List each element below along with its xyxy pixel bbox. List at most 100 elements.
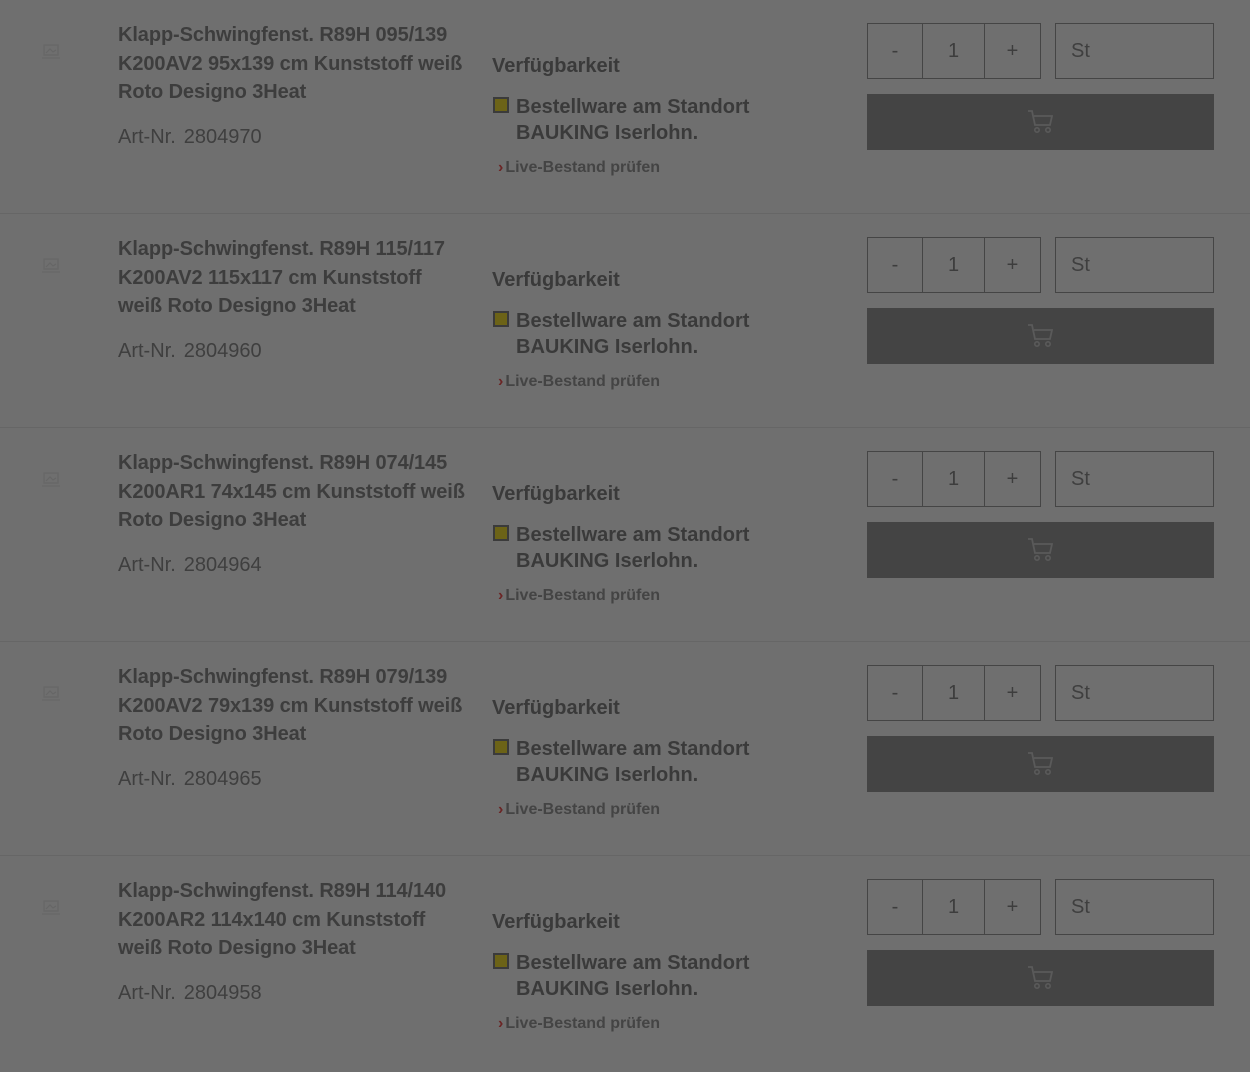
product-title[interactable]: Klapp-Schwingfenst. R89H 115/117 K200AV2…	[118, 235, 468, 321]
quantity-decrease-button[interactable]: -	[868, 24, 923, 78]
quantity-input[interactable]: 1	[923, 24, 985, 78]
chevron-right-icon: ›	[498, 159, 504, 176]
product-row: Klapp-Schwingfenst. R89H 114/140 K200AR2…	[0, 856, 1250, 1070]
article-number-label: Art-Nr.	[118, 982, 176, 1004]
availability-status-text: Bestellware am Standort BAUKING Iserlohn…	[516, 310, 750, 358]
live-stock-link[interactable]: › Live-Bestand prüfen	[498, 1015, 660, 1033]
chevron-right-icon: ›	[498, 587, 504, 604]
availability-heading: Verfügbarkeit	[492, 55, 620, 77]
availability-status: Bestellware am Standort BAUKING Iserlohn…	[493, 523, 833, 574]
availability-status-text: Bestellware am Standort BAUKING Iserlohn…	[516, 738, 750, 786]
article-number-label: Art-Nr.	[118, 126, 176, 148]
shopping-cart-icon	[1027, 538, 1053, 561]
availability-status: Bestellware am Standort BAUKING Iserlohn…	[493, 737, 833, 788]
availability-heading: Verfügbarkeit	[492, 269, 620, 291]
image-placeholder-icon[interactable]	[40, 468, 62, 490]
quantity-decrease-button[interactable]: -	[868, 666, 923, 720]
article-number-label: Art-Nr.	[118, 554, 176, 576]
live-stock-link-label: Live-Bestand prüfen	[505, 587, 661, 604]
product-title[interactable]: Klapp-Schwingfenst. R89H 114/140 K200AR2…	[118, 877, 468, 963]
article-number-label: Art-Nr.	[118, 768, 176, 790]
quantity-increase-button[interactable]: +	[985, 24, 1040, 78]
article-number-value: 2804958	[183, 982, 262, 1004]
image-placeholder-icon[interactable]	[40, 40, 62, 62]
unit-select[interactable]: St	[1055, 451, 1214, 507]
status-indicator-icon	[493, 311, 509, 327]
unit-select[interactable]: St	[1055, 665, 1214, 721]
chevron-right-icon: ›	[498, 801, 504, 818]
unit-select[interactable]: St	[1055, 237, 1214, 293]
quantity-stepper: - 1 +	[867, 451, 1041, 507]
chevron-right-icon: ›	[498, 1015, 504, 1032]
image-placeholder-icon[interactable]	[40, 254, 62, 276]
quantity-input[interactable]: 1	[923, 666, 985, 720]
quantity-stepper: - 1 +	[867, 237, 1041, 293]
add-to-cart-button[interactable]	[867, 94, 1214, 150]
live-stock-link-label: Live-Bestand prüfen	[505, 159, 661, 176]
quantity-increase-button[interactable]: +	[985, 452, 1040, 506]
product-list: Klapp-Schwingfenst. R89H 095/139 K200AV2…	[0, 0, 1250, 1070]
live-stock-link-label: Live-Bestand prüfen	[505, 1015, 661, 1032]
article-number-label: Art-Nr.	[118, 340, 176, 362]
quantity-decrease-button[interactable]: -	[868, 880, 923, 934]
article-number: Art-Nr. 2804964	[118, 554, 262, 577]
quantity-stepper: - 1 +	[867, 23, 1041, 79]
quantity-stepper: - 1 +	[867, 665, 1041, 721]
article-number-value: 2804970	[183, 126, 262, 148]
availability-status-text: Bestellware am Standort BAUKING Iserlohn…	[516, 96, 750, 144]
article-number: Art-Nr. 2804960	[118, 340, 262, 363]
article-number-value: 2804960	[183, 340, 262, 362]
chevron-right-icon: ›	[498, 373, 504, 390]
live-stock-link[interactable]: › Live-Bestand prüfen	[498, 159, 660, 177]
product-title[interactable]: Klapp-Schwingfenst. R89H 095/139 K200AV2…	[118, 21, 468, 107]
article-number-value: 2804965	[183, 768, 262, 790]
live-stock-link-label: Live-Bestand prüfen	[505, 801, 661, 818]
product-row: Klapp-Schwingfenst. R89H 079/139 K200AV2…	[0, 642, 1250, 856]
shopping-cart-icon	[1027, 324, 1053, 347]
quantity-decrease-button[interactable]: -	[868, 238, 923, 292]
live-stock-link[interactable]: › Live-Bestand prüfen	[498, 801, 660, 819]
availability-heading: Verfügbarkeit	[492, 697, 620, 719]
product-row: Klapp-Schwingfenst. R89H 115/117 K200AV2…	[0, 214, 1250, 428]
quantity-increase-button[interactable]: +	[985, 880, 1040, 934]
availability-status-text: Bestellware am Standort BAUKING Iserlohn…	[516, 952, 750, 1000]
add-to-cart-button[interactable]	[867, 950, 1214, 1006]
add-to-cart-button[interactable]	[867, 308, 1214, 364]
status-indicator-icon	[493, 97, 509, 113]
shopping-cart-icon	[1027, 752, 1053, 775]
product-row: Klapp-Schwingfenst. R89H 095/139 K200AV2…	[0, 0, 1250, 214]
quantity-input[interactable]: 1	[923, 238, 985, 292]
status-indicator-icon	[493, 739, 509, 755]
add-to-cart-button[interactable]	[867, 736, 1214, 792]
unit-select[interactable]: St	[1055, 23, 1214, 79]
quantity-input[interactable]: 1	[923, 452, 985, 506]
image-placeholder-icon[interactable]	[40, 896, 62, 918]
quantity-stepper: - 1 +	[867, 879, 1041, 935]
article-number-value: 2804964	[183, 554, 262, 576]
status-indicator-icon	[493, 525, 509, 541]
availability-status: Bestellware am Standort BAUKING Iserlohn…	[493, 309, 833, 360]
article-number: Art-Nr. 2804958	[118, 982, 262, 1005]
live-stock-link[interactable]: › Live-Bestand prüfen	[498, 587, 660, 605]
shopping-cart-icon	[1027, 966, 1053, 989]
availability-status-text: Bestellware am Standort BAUKING Iserlohn…	[516, 524, 750, 572]
quantity-increase-button[interactable]: +	[985, 238, 1040, 292]
image-placeholder-icon[interactable]	[40, 682, 62, 704]
status-indicator-icon	[493, 953, 509, 969]
availability-status: Bestellware am Standort BAUKING Iserlohn…	[493, 95, 833, 146]
product-title[interactable]: Klapp-Schwingfenst. R89H 074/145 K200AR1…	[118, 449, 468, 535]
live-stock-link[interactable]: › Live-Bestand prüfen	[498, 373, 660, 391]
add-to-cart-button[interactable]	[867, 522, 1214, 578]
unit-select[interactable]: St	[1055, 879, 1214, 935]
availability-heading: Verfügbarkeit	[492, 911, 620, 933]
availability-heading: Verfügbarkeit	[492, 483, 620, 505]
product-row: Klapp-Schwingfenst. R89H 074/145 K200AR1…	[0, 428, 1250, 642]
article-number: Art-Nr. 2804965	[118, 768, 262, 791]
quantity-input[interactable]: 1	[923, 880, 985, 934]
article-number: Art-Nr. 2804970	[118, 126, 262, 149]
product-title[interactable]: Klapp-Schwingfenst. R89H 079/139 K200AV2…	[118, 663, 468, 749]
quantity-decrease-button[interactable]: -	[868, 452, 923, 506]
shopping-cart-icon	[1027, 110, 1053, 133]
quantity-increase-button[interactable]: +	[985, 666, 1040, 720]
live-stock-link-label: Live-Bestand prüfen	[505, 373, 661, 390]
